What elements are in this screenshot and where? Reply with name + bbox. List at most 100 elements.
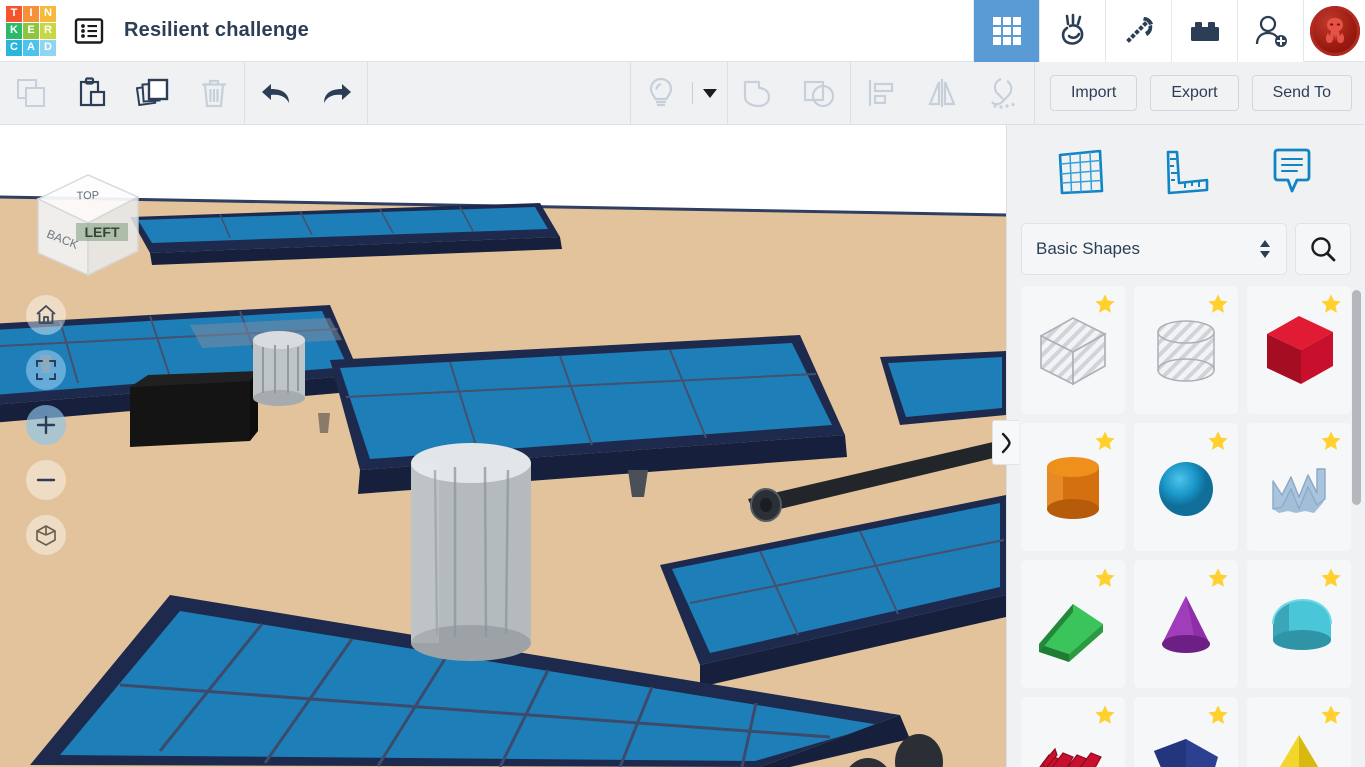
delete-button[interactable]: [183, 62, 244, 125]
logo-cell: D: [40, 39, 56, 56]
solar-panel-small-right: [880, 351, 1006, 425]
logo-cell: I: [23, 5, 39, 22]
shape-tube[interactable]: [1247, 560, 1351, 688]
align-button[interactable]: [851, 62, 912, 125]
logo-cell: E: [23, 22, 39, 39]
star-icon[interactable]: [1094, 567, 1116, 589]
ruler-icon: [1166, 150, 1209, 194]
shape-cylinder[interactable]: [1021, 423, 1125, 551]
mirror-button[interactable]: [912, 62, 973, 125]
workplane-tool[interactable]: [1044, 141, 1116, 203]
home-view-button[interactable]: [26, 295, 66, 335]
black-box-object: [130, 371, 258, 447]
search-icon: [1311, 237, 1336, 262]
shape-pyramid[interactable]: [1247, 697, 1351, 767]
import-button[interactable]: Import: [1049, 75, 1138, 111]
star-icon[interactable]: [1207, 293, 1229, 315]
tab-bricks[interactable]: [1171, 0, 1237, 62]
star-icon[interactable]: [1320, 293, 1342, 315]
tab-3d-design[interactable]: [973, 0, 1039, 62]
shape-scribble[interactable]: [1247, 423, 1351, 551]
duplicate-button[interactable]: [122, 62, 183, 125]
note-callout-icon: [1273, 148, 1311, 192]
panel-scrollbar[interactable]: [1352, 290, 1361, 505]
list-menu-icon[interactable]: [62, 0, 116, 62]
undo-button[interactable]: [245, 62, 306, 125]
main-toolbar: Import Export Send To: [0, 61, 1365, 125]
tab-circuits[interactable]: [1039, 0, 1105, 62]
light-dropdown[interactable]: [693, 62, 727, 125]
star-icon[interactable]: [1094, 430, 1116, 452]
star-icon[interactable]: [1320, 704, 1342, 726]
tube-thumb: [1272, 598, 1332, 650]
ruler-tool[interactable]: [1150, 141, 1222, 203]
cylinder-tower-object: [411, 443, 531, 661]
zoom-in-button[interactable]: [26, 405, 66, 445]
viewport-controls: [26, 295, 66, 555]
collapse-panel-button[interactable]: [992, 420, 1019, 465]
cylinder-thumb: [1047, 457, 1099, 519]
shape-search-button[interactable]: [1295, 223, 1351, 275]
star-icon[interactable]: [1320, 567, 1342, 589]
star-icon[interactable]: [1094, 293, 1116, 315]
star-icon[interactable]: [1207, 430, 1229, 452]
clipboard-paste-icon: [79, 77, 105, 107]
shapes-panel: Basic Shapes: [1006, 125, 1365, 767]
hole-box-thumb: [1039, 317, 1107, 386]
perspective-toggle-button[interactable]: [26, 515, 66, 555]
file-actions-group: Import Export Send To: [1035, 62, 1365, 125]
shape-cylinder-hole[interactable]: [1134, 286, 1238, 414]
ungroup-button[interactable]: [789, 62, 850, 125]
redo-arrow-icon: [323, 84, 351, 103]
avatar[interactable]: [1303, 0, 1365, 62]
copy-button[interactable]: [0, 62, 61, 125]
note-tool[interactable]: [1256, 141, 1328, 203]
group-button[interactable]: [728, 62, 789, 125]
magnet-button[interactable]: [973, 62, 1034, 125]
send-to-button[interactable]: Send To: [1251, 75, 1352, 111]
toolbar-divider: [367, 61, 368, 125]
logo-grid: T I N K E R C A D: [6, 5, 56, 56]
shape-box-hole[interactable]: [1021, 286, 1125, 414]
light-button[interactable]: [631, 62, 692, 125]
redo-button[interactable]: [306, 62, 367, 125]
minus-icon: [36, 478, 56, 482]
shape-roof[interactable]: [1021, 560, 1125, 688]
star-icon[interactable]: [1320, 430, 1342, 452]
roof-thumb: [1039, 604, 1103, 662]
cylinder-small-object: [253, 331, 305, 406]
star-icon[interactable]: [1207, 704, 1229, 726]
shape-category-select[interactable]: Basic Shapes: [1021, 223, 1287, 275]
shape-cone[interactable]: [1134, 560, 1238, 688]
paste-button[interactable]: [61, 62, 122, 125]
page-title: Resilient challenge: [124, 19, 309, 41]
star-icon[interactable]: [1094, 704, 1116, 726]
tinkercad-logo[interactable]: T I N K E R C A D: [0, 0, 62, 62]
3d-scene: [0, 125, 1006, 767]
trash-icon: [201, 79, 226, 108]
pickaxe-icon: [1125, 16, 1153, 43]
fit-to-view-icon: [36, 360, 56, 380]
add-user-icon: [1255, 15, 1287, 47]
star-icon[interactable]: [1207, 567, 1229, 589]
light-tools-group: [631, 62, 727, 125]
shape-grid-wrapper: [1007, 280, 1365, 767]
shape-sphere[interactable]: [1134, 423, 1238, 551]
app-header: T I N K E R C A D Resilient challenge: [0, 0, 1365, 62]
plus-icon: [36, 415, 56, 435]
mirror-flip-icon: [928, 79, 957, 107]
tinkercad-app: T I N K E R C A D Resilient challenge Im…: [0, 0, 1365, 767]
logo-cell: T: [6, 5, 22, 22]
export-button[interactable]: Export: [1150, 75, 1239, 111]
updown-caret-icon: [1260, 240, 1270, 258]
shape-polygon[interactable]: [1134, 697, 1238, 767]
tab-invite[interactable]: [1237, 0, 1303, 62]
shape-text[interactable]: [1021, 697, 1125, 767]
shape-box[interactable]: [1247, 286, 1351, 414]
ungroup-shapes-icon: [804, 80, 835, 108]
zoom-out-button[interactable]: [26, 460, 66, 500]
design-viewport[interactable]: TOP BACK LEFT: [0, 125, 1006, 767]
shape-category-value: Basic Shapes: [1036, 239, 1140, 258]
fit-view-button[interactable]: [26, 350, 66, 390]
tab-codeblocks[interactable]: [1105, 0, 1171, 62]
